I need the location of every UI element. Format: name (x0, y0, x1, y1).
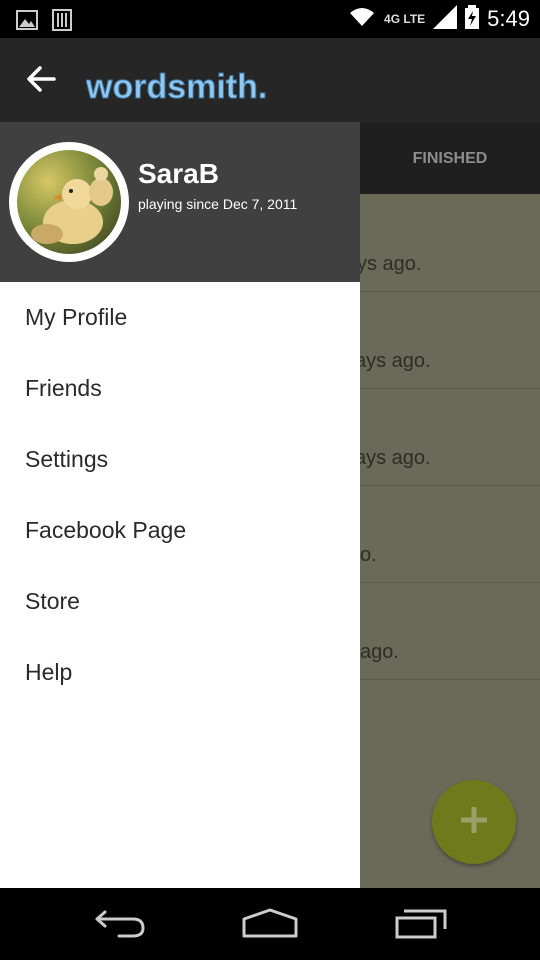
status-bar: 4G LTE 5:49 (0, 0, 540, 38)
list-item-time: ago. (360, 641, 399, 663)
system-nav-bar (0, 888, 540, 960)
menu-item-my-profile[interactable]: My Profile (0, 282, 360, 353)
menu-item-help[interactable]: Help (0, 637, 360, 708)
signal-icon (433, 5, 458, 33)
avatar-image (17, 150, 121, 254)
app-logo: wordsmith. (86, 68, 268, 107)
recents-nav-icon (394, 907, 450, 943)
avatar[interactable] (9, 142, 129, 262)
drawer-header[interactable]: SaraB playing since Dec 7, 2011 (0, 122, 360, 282)
list-item-time: ays ago. (355, 447, 431, 469)
drawer-menu: My Profile Friends Settings Facebook Pag… (0, 282, 360, 708)
nav-recents-button[interactable] (392, 908, 452, 942)
new-game-button[interactable] (432, 780, 516, 864)
app-bar: wordsmith. (0, 38, 540, 122)
menu-item-friends[interactable]: Friends (0, 353, 360, 424)
svg-text:wordsmith.: wordsmith. (86, 68, 267, 106)
status-time: 5:49 (487, 6, 530, 31)
nav-home-button[interactable] (240, 908, 300, 942)
username: SaraB (138, 158, 219, 189)
tab-finished[interactable]: FINISHED (390, 150, 510, 168)
plus-icon (459, 805, 489, 839)
nav-back-button[interactable] (90, 908, 150, 942)
menu-item-store[interactable]: Store (0, 566, 360, 637)
navigation-drawer: SaraB playing since Dec 7, 2011 My Profi… (0, 122, 360, 888)
home-nav-icon (241, 907, 299, 943)
member-since: playing since Dec 7, 2011 (138, 196, 298, 212)
menu-item-settings[interactable]: Settings (0, 424, 360, 495)
barcode-notification-icon (52, 9, 72, 35)
wifi-icon (348, 6, 376, 32)
image-notification-icon (16, 10, 38, 34)
list-item-time: ays ago. (355, 350, 431, 372)
list-item-time: ys ago. (357, 253, 422, 275)
back-button[interactable] (20, 60, 62, 102)
arrow-left-icon (26, 65, 56, 97)
back-nav-icon (93, 908, 147, 942)
list-item-time: o. (360, 544, 377, 566)
network-type-label: 4G LTE (384, 12, 426, 26)
menu-item-facebook-page[interactable]: Facebook Page (0, 495, 360, 566)
battery-charging-icon (465, 5, 480, 33)
